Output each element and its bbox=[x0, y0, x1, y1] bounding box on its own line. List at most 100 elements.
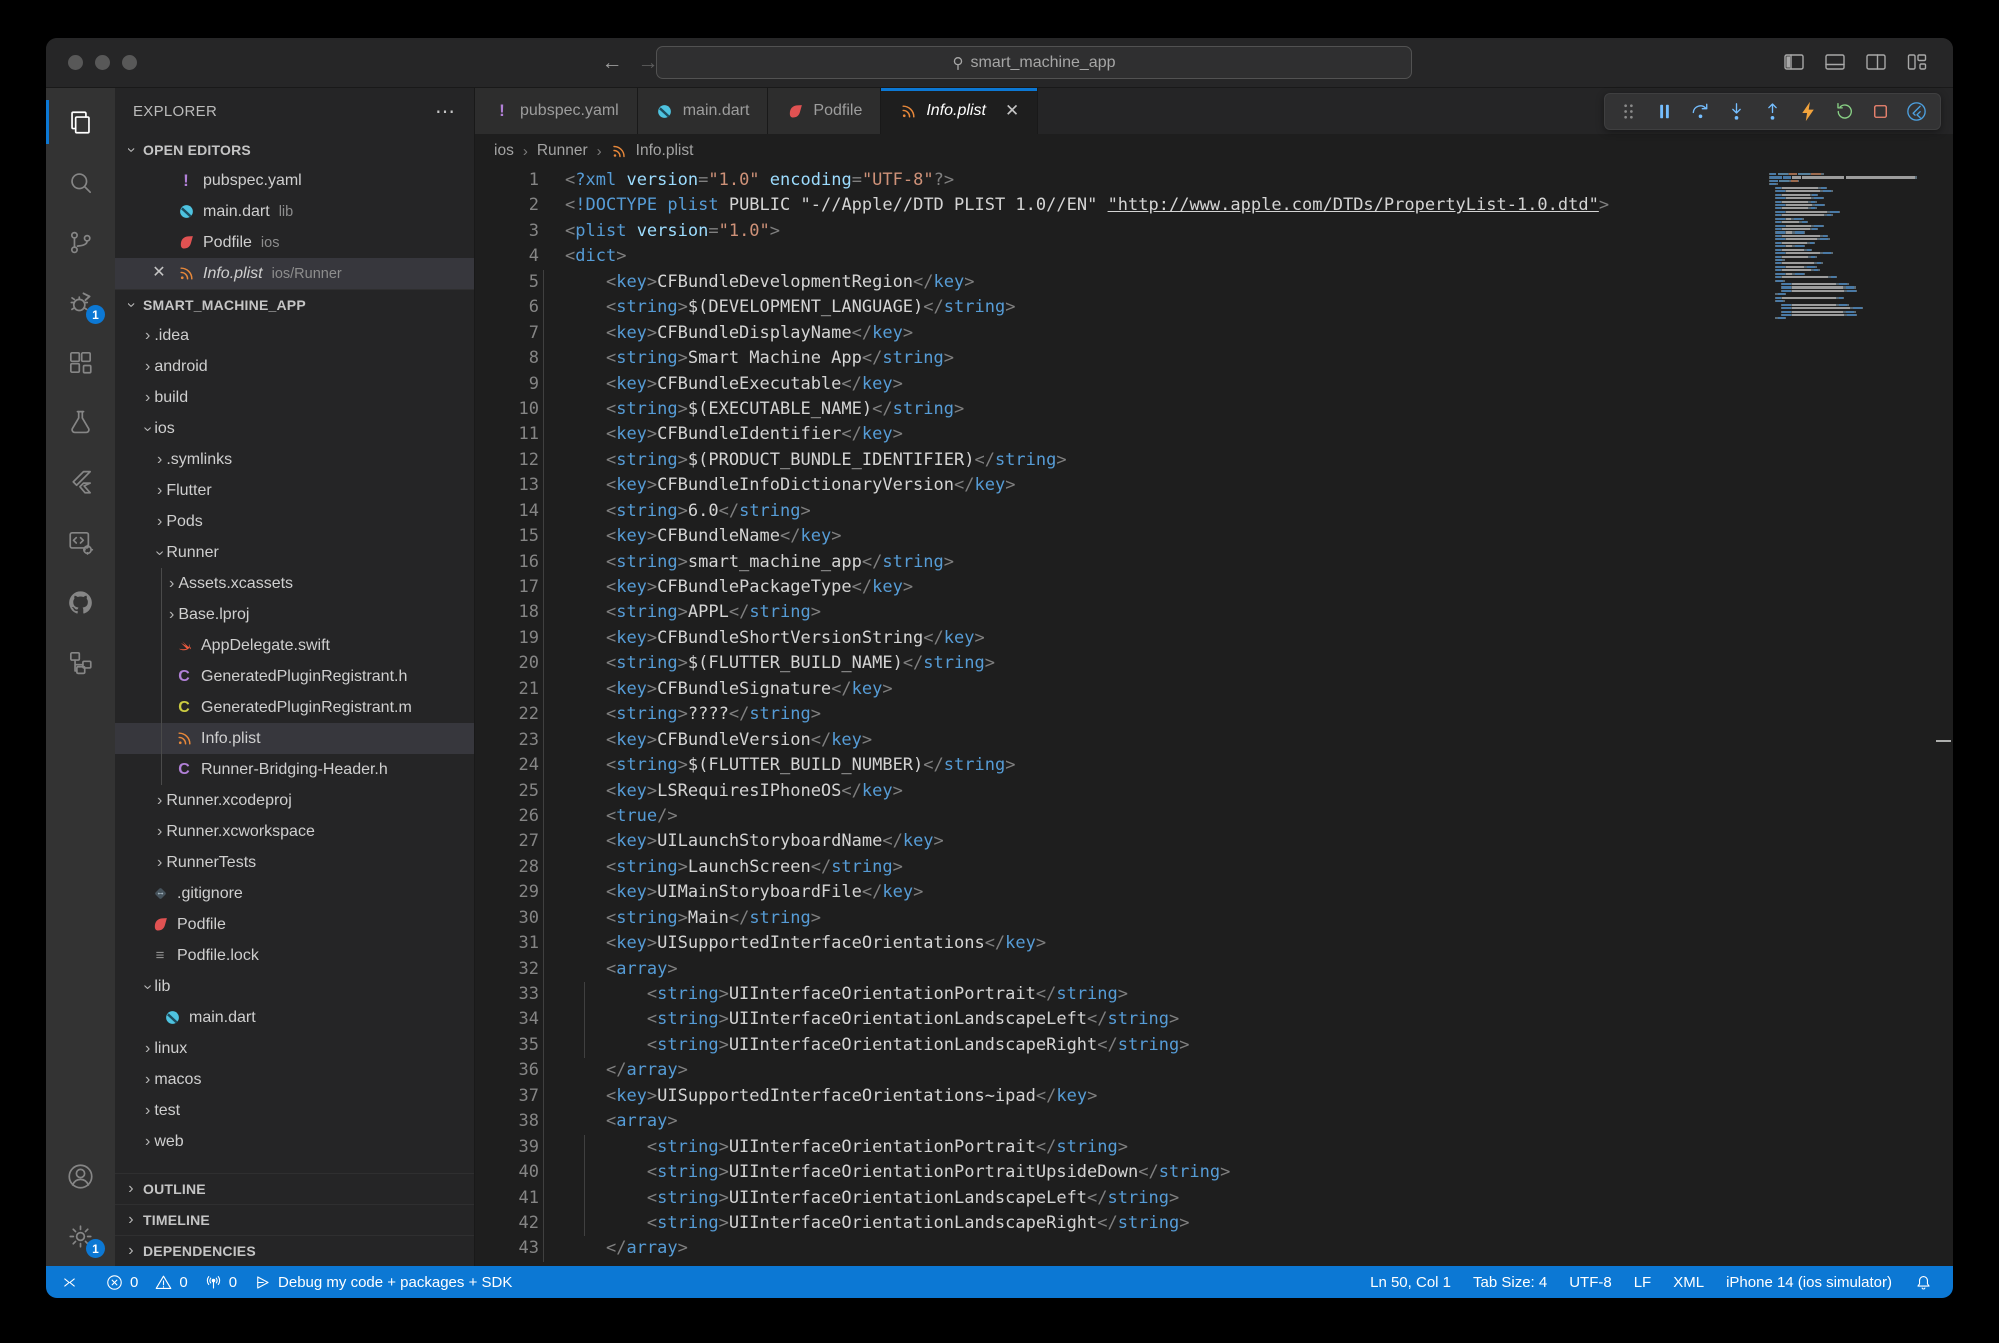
tree-file-Podfile.lock[interactable]: ≡Podfile.lock bbox=[115, 940, 474, 971]
file-icon: ! bbox=[493, 102, 511, 120]
line-number: 31 bbox=[475, 931, 539, 956]
section-timeline[interactable]: ›TIMELINE bbox=[115, 1204, 474, 1235]
status-encoding[interactable]: UTF-8 bbox=[1565, 1274, 1616, 1291]
debug-restart-icon[interactable] bbox=[1831, 98, 1858, 125]
tree-file-.gitignore[interactable]: .gitignore bbox=[115, 878, 474, 909]
status-launch-config[interactable]: Debug my code + packages + SDK bbox=[245, 1273, 520, 1292]
line-number: 10 bbox=[475, 397, 539, 422]
activity-search[interactable] bbox=[46, 152, 115, 212]
tree-file-GeneratedPluginRegistrant.h[interactable]: CGeneratedPluginRegistrant.h bbox=[115, 661, 474, 692]
minimap[interactable] bbox=[1769, 173, 1927, 321]
debug-bolt-icon[interactable] bbox=[1795, 98, 1822, 125]
status-ports[interactable]: 0 bbox=[196, 1273, 245, 1292]
tree-file-GeneratedPluginRegistrant.m[interactable]: CGeneratedPluginRegistrant.m bbox=[115, 692, 474, 723]
tab-Info.plist[interactable]: Info.plist ✕ bbox=[881, 88, 1038, 134]
minimize-window-button[interactable] bbox=[95, 55, 110, 70]
file-icon bbox=[177, 234, 195, 252]
activity-accounts[interactable] bbox=[46, 1146, 115, 1206]
breadcrumb-item[interactable]: ios bbox=[494, 142, 514, 160]
activity-hierarchy[interactable] bbox=[46, 632, 115, 692]
activity-flutter[interactable] bbox=[46, 452, 115, 512]
activity-run-and-debug[interactable]: 1 bbox=[46, 272, 115, 332]
debug-pause-icon[interactable] bbox=[1651, 98, 1678, 125]
breadcrumb-item[interactable]: Info.plist bbox=[636, 142, 694, 160]
close-window-button[interactable] bbox=[68, 55, 83, 70]
activity-testing[interactable] bbox=[46, 392, 115, 452]
chevron-right-icon: › bbox=[145, 1071, 150, 1089]
open-editor-main.dart[interactable]: main.dart lib bbox=[115, 196, 474, 227]
more-actions-icon[interactable]: ⋯ bbox=[435, 99, 456, 124]
tree-folder-Runner[interactable]: ›Runner bbox=[115, 537, 474, 568]
tree-folder-Base.lproj[interactable]: ›Base.lproj bbox=[115, 599, 474, 630]
section-outline[interactable]: ›OUTLINE bbox=[115, 1173, 474, 1204]
tree-folder-macos[interactable]: ›macos bbox=[115, 1064, 474, 1095]
tree-file-Info.plist[interactable]: Info.plist bbox=[115, 723, 474, 754]
line-number: 27 bbox=[475, 829, 539, 854]
tree-folder-Assets.xcassets[interactable]: ›Assets.xcassets bbox=[115, 568, 474, 599]
editor-group: ! pubspec.yaml main.dart Podfile Info.pl… bbox=[475, 88, 1953, 1266]
open-editor-pubspec.yaml[interactable]: ! pubspec.yaml bbox=[115, 165, 474, 196]
search-icon: ⚲ bbox=[953, 54, 964, 72]
tree-folder-RunnerTests[interactable]: ›RunnerTests bbox=[115, 847, 474, 878]
close-icon[interactable]: ✕ bbox=[149, 263, 169, 283]
status-cursor-position[interactable]: Ln 50, Col 1 bbox=[1366, 1274, 1455, 1291]
tree-folder-web[interactable]: ›web bbox=[115, 1126, 474, 1157]
layout-sidebar-icon[interactable] bbox=[1782, 50, 1806, 74]
status-flutter-device[interactable]: iPhone 14 (ios simulator) bbox=[1722, 1274, 1896, 1291]
debug-step-out-icon[interactable] bbox=[1759, 98, 1786, 125]
tree-folder-Runner.xcworkspace[interactable]: ›Runner.xcworkspace bbox=[115, 816, 474, 847]
file-icon: ≡ bbox=[151, 947, 169, 965]
code-editor[interactable]: 1<?xml version="1.0" encoding="UTF-8"?>2… bbox=[475, 168, 1953, 1266]
tree-folder-android[interactable]: ›android bbox=[115, 351, 474, 382]
layout-panel-icon[interactable] bbox=[1823, 50, 1847, 74]
tree-folder-test[interactable]: ›test bbox=[115, 1095, 474, 1126]
tree-folder-Flutter[interactable]: ›Flutter bbox=[115, 475, 474, 506]
zoom-window-button[interactable] bbox=[122, 55, 137, 70]
tree-file-Runner-Bridging-Header.h[interactable]: CRunner-Bridging-Header.h bbox=[115, 754, 474, 785]
activity-explorer[interactable] bbox=[46, 92, 115, 152]
debug-step-over-icon[interactable]: , bbox=[1687, 98, 1714, 125]
project-section-header[interactable]: › SMART_MACHINE_APP bbox=[115, 289, 474, 320]
tree-folder-Runner.xcodeproj[interactable]: ›Runner.xcodeproj bbox=[115, 785, 474, 816]
debug-flutter-circle-icon[interactable] bbox=[1903, 98, 1930, 125]
status-language-mode[interactable]: XML bbox=[1669, 1274, 1708, 1291]
activity-extensions[interactable] bbox=[46, 332, 115, 392]
tab-pubspec.yaml[interactable]: ! pubspec.yaml bbox=[475, 88, 638, 134]
tree-folder-Pods[interactable]: ›Pods bbox=[115, 506, 474, 537]
breadcrumb-item[interactable]: Runner bbox=[537, 142, 588, 160]
debug-grip-icon[interactable] bbox=[1615, 98, 1642, 125]
tab-main.dart[interactable]: main.dart bbox=[638, 88, 769, 134]
activity-settings[interactable]: 1 bbox=[46, 1206, 115, 1266]
close-icon[interactable]: ✕ bbox=[1005, 101, 1019, 121]
open-editors-header[interactable]: › OPEN EDITORS bbox=[115, 134, 474, 165]
status-remote-indicator[interactable] bbox=[46, 1273, 93, 1292]
open-editor-Podfile[interactable]: Podfile ios bbox=[115, 227, 474, 258]
tab-Podfile[interactable]: Podfile bbox=[768, 88, 881, 134]
activity-source-control[interactable] bbox=[46, 212, 115, 272]
status-eol[interactable]: LF bbox=[1630, 1274, 1656, 1291]
tree-file-main.dart[interactable]: main.dart bbox=[115, 1002, 474, 1033]
tree-folder-build[interactable]: ›build bbox=[115, 382, 474, 413]
activity-github[interactable] bbox=[46, 572, 115, 632]
status-errors[interactable]: 0 bbox=[97, 1273, 146, 1292]
status-warnings[interactable]: 0 bbox=[146, 1273, 195, 1292]
tree-folder-lib[interactable]: ›lib bbox=[115, 971, 474, 1002]
section-dependencies[interactable]: ›DEPENDENCIES bbox=[115, 1235, 474, 1266]
layout-grid-icon[interactable] bbox=[1905, 50, 1929, 74]
debug-step-into-icon[interactable] bbox=[1723, 98, 1750, 125]
debug-toolbar: , bbox=[1604, 93, 1941, 130]
tree-file-Podfile[interactable]: Podfile bbox=[115, 909, 474, 940]
activity-code-runner[interactable] bbox=[46, 512, 115, 572]
tree-file-AppDelegate.swift[interactable]: AppDelegate.swift bbox=[115, 630, 474, 661]
tree-folder-.idea[interactable]: ›.idea bbox=[115, 320, 474, 351]
tree-folder-linux[interactable]: ›linux bbox=[115, 1033, 474, 1064]
tree-folder-ios[interactable]: ›ios bbox=[115, 413, 474, 444]
tree-folder-.symlinks[interactable]: ›.symlinks bbox=[115, 444, 474, 475]
command-center-search[interactable]: ⚲ smart_machine_app bbox=[656, 46, 1412, 79]
debug-stop-icon[interactable] bbox=[1867, 98, 1894, 125]
status-indentation[interactable]: Tab Size: 4 bbox=[1469, 1274, 1551, 1291]
back-icon[interactable]: ← bbox=[598, 49, 626, 77]
open-editor-Info.plist[interactable]: ✕ Info.plist ios/Runner bbox=[115, 258, 474, 289]
layout-split-icon[interactable] bbox=[1864, 50, 1888, 74]
status-notifications[interactable] bbox=[1910, 1273, 1937, 1292]
